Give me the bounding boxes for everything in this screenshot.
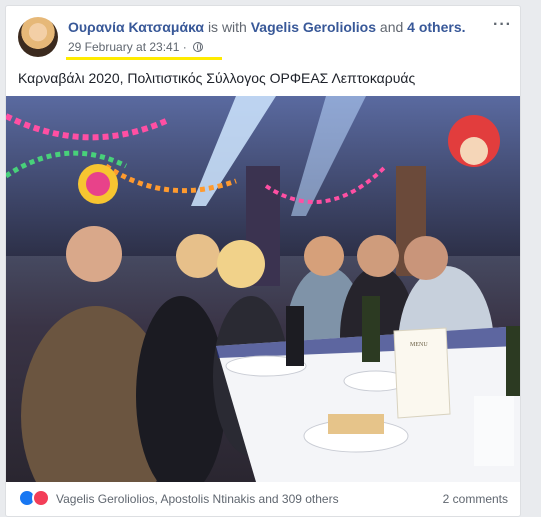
menu-card-title: MENU [410,342,428,348]
author-name-link[interactable]: Ουρανία Κατσαμάκα [68,19,204,35]
love-icon[interactable] [32,489,50,507]
globe-icon[interactable] [193,42,204,52]
more-options-icon[interactable]: ··· [493,16,512,34]
post-text: Καρναβάλι 2020, Πολιτιστικός Σύλλογος ΟΡ… [18,70,416,86]
post-meta: 29 February at 23:41 · [68,40,204,54]
photo-illustration: MENU [6,96,520,482]
tagged-others-link[interactable]: 4 others. [407,19,465,35]
meta-separator: · [182,40,187,54]
reactions-bar: Vagelis Geroliolios, Apostolis Ntinakis … [6,485,520,513]
timestamp-link[interactable]: 29 February at 23:41 [68,40,179,54]
with-text: is with [207,19,247,35]
and-text: and [379,19,404,35]
tagged-person-link[interactable]: Vagelis Geroliolios [251,19,376,35]
comments-count-link[interactable]: 2 comments [443,492,508,506]
reactors-summary-link[interactable]: Vagelis Geroliolios, Apostolis Ntinakis … [56,492,339,506]
post-header: Ουρανία Κατσαμάκα is with Vagelis Geroli… [68,19,466,35]
timestamp-highlight [66,57,222,60]
post-photo[interactable]: MENU [6,96,520,482]
post-card: Ουρανία Κατσαμάκα is with Vagelis Geroli… [5,5,521,517]
author-avatar[interactable] [18,17,58,57]
